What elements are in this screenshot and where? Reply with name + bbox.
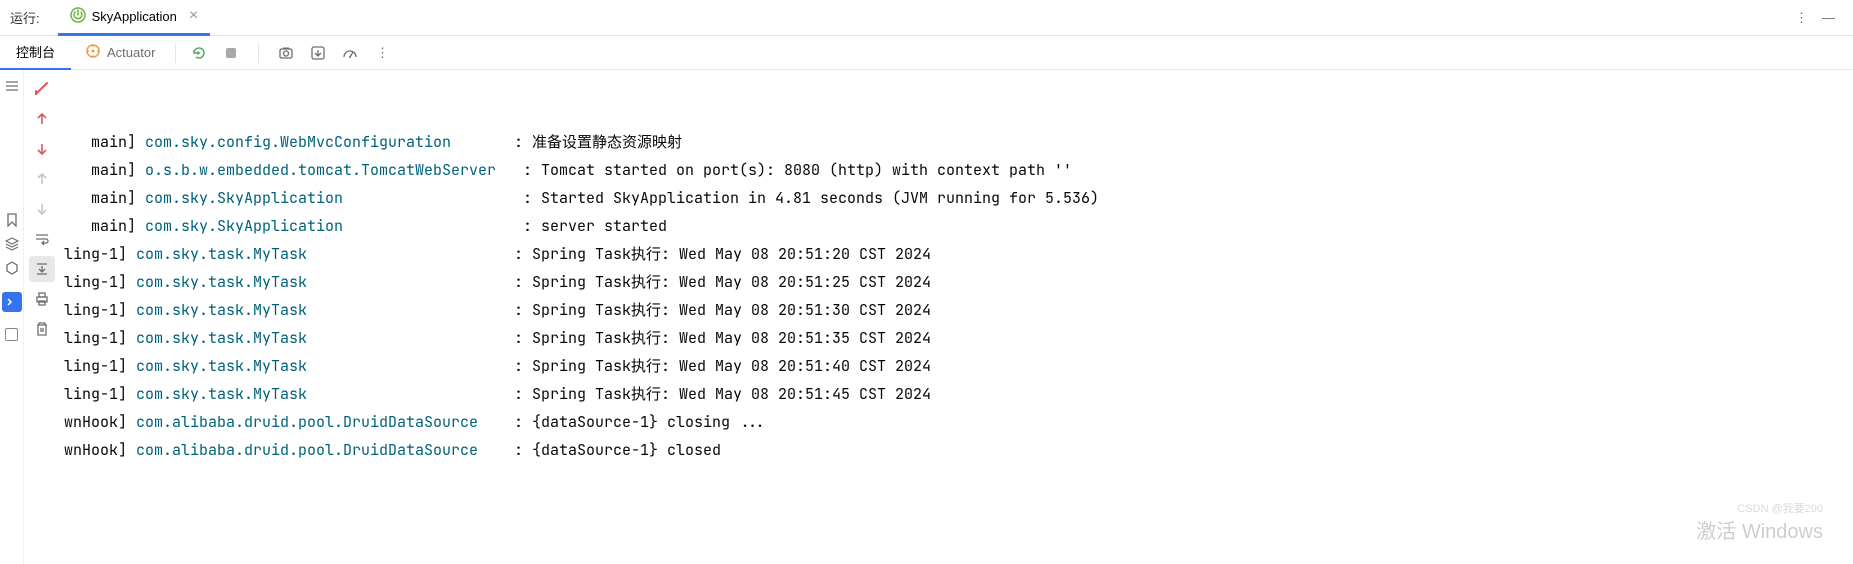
rect-icon[interactable]: [2, 324, 22, 344]
log-line: main] com.sky.SkyApplication : Started S…: [64, 184, 1849, 212]
log-class: com.sky.task.MyTask: [136, 324, 505, 352]
log-line: wnHook] com.alibaba.druid.pool.DruidData…: [64, 408, 1849, 436]
log-line: ling-1] com.sky.task.MyTask : Spring Tas…: [64, 324, 1849, 352]
log-thread: ling-1]: [64, 352, 136, 380]
close-icon[interactable]: ×: [189, 8, 198, 24]
log-class: com.sky.config.WebMvcConfiguration: [145, 128, 505, 156]
log-class: com.sky.task.MyTask: [136, 240, 505, 268]
bookmark-icon[interactable]: [2, 210, 22, 230]
log-thread: ling-1]: [64, 240, 136, 268]
log-class: com.sky.task.MyTask: [136, 352, 505, 380]
gauge-icon[interactable]: [339, 42, 361, 64]
log-message: : Spring Task执行: Wed May 08 20:51:25 CST…: [505, 268, 931, 296]
log-class: com.sky.SkyApplication: [145, 184, 514, 212]
down-arrow-icon[interactable]: [29, 136, 55, 162]
top-bar: 运行: SkyApplication × ⋮ —: [0, 0, 1853, 36]
log-message: : Spring Task执行: Wed May 08 20:51:35 CST…: [505, 324, 931, 352]
log-message: : 准备设置静态资源映射: [505, 128, 682, 156]
log-message: : {dataSource-1} closing ...: [505, 408, 766, 436]
log-line: ling-1] com.sky.task.MyTask : Spring Tas…: [64, 380, 1849, 408]
toolbar-more-icon[interactable]: ⋮: [371, 42, 393, 64]
soft-wrap-icon[interactable]: [29, 226, 55, 252]
more-options-icon[interactable]: ⋮: [1795, 10, 1808, 26]
left-sidebar: [0, 70, 24, 564]
menu-icon[interactable]: [2, 76, 22, 96]
scroll-end-icon[interactable]: [29, 256, 55, 282]
down-arrow-gray-icon[interactable]: [29, 196, 55, 222]
console-toolbar: 控制台 Actuator ⋮: [0, 36, 1853, 70]
stop-icon[interactable]: [220, 42, 242, 64]
run-tab[interactable]: SkyApplication ×: [58, 0, 211, 36]
log-class: com.sky.task.MyTask: [136, 268, 505, 296]
log-class: o.s.b.w.embedded.tomcat.TomcatWebServer: [145, 156, 514, 184]
log-message: : Spring Task执行: Wed May 08 20:51:45 CST…: [505, 380, 931, 408]
log-line: ling-1] com.sky.task.MyTask : Spring Tas…: [64, 240, 1849, 268]
spring-boot-icon: [70, 7, 86, 26]
minimize-icon[interactable]: —: [1822, 10, 1835, 25]
console-actions-toolbar: [24, 70, 60, 564]
tab-console[interactable]: 控制台: [0, 36, 71, 70]
log-line: ling-1] com.sky.task.MyTask : Spring Tas…: [64, 352, 1849, 380]
log-class: com.sky.task.MyTask: [136, 296, 505, 324]
log-class: com.alibaba.druid.pool.DruidDataSource: [136, 408, 505, 436]
log-thread: main]: [64, 212, 145, 240]
log-line: main] o.s.b.w.embedded.tomcat.TomcatWebS…: [64, 156, 1849, 184]
log-message: : server started: [514, 212, 667, 240]
divider: [175, 43, 176, 63]
log-class: com.sky.SkyApplication: [145, 212, 514, 240]
log-message: : Spring Task执行: Wed May 08 20:51:40 CST…: [505, 352, 931, 380]
log-line: ling-1] com.sky.task.MyTask : Spring Tas…: [64, 268, 1849, 296]
divider: [258, 43, 259, 63]
up-arrow-gray-icon[interactable]: [29, 166, 55, 192]
log-message: : Started SkyApplication in 4.81 seconds…: [514, 184, 1099, 212]
log-thread: main]: [64, 128, 145, 156]
log-message: : Tomcat started on port(s): 8080 (http)…: [514, 156, 1072, 184]
log-thread: ling-1]: [64, 324, 136, 352]
edit-icon[interactable]: [29, 76, 55, 102]
trash-icon[interactable]: [29, 316, 55, 342]
print-icon[interactable]: [29, 286, 55, 312]
console-output[interactable]: main] com.sky.config.WebMvcConfiguration…: [60, 70, 1853, 564]
log-thread: wnHook]: [64, 436, 136, 464]
actuator-icon: [85, 43, 101, 62]
terminal-icon[interactable]: [2, 292, 22, 312]
run-label: 运行:: [10, 8, 40, 27]
log-message: : {dataSource-1} closed: [505, 436, 721, 464]
hexagon-icon[interactable]: [2, 258, 22, 278]
log-line: main] com.sky.config.WebMvcConfiguration…: [64, 128, 1849, 156]
console-tab-label: 控制台: [16, 42, 55, 61]
log-class: com.sky.task.MyTask: [136, 380, 505, 408]
up-arrow-icon[interactable]: [29, 106, 55, 132]
log-line: main] com.sky.SkyApplication : server st…: [64, 212, 1849, 240]
tab-label: SkyApplication: [92, 9, 177, 24]
log-message: : Spring Task执行: Wed May 08 20:51:20 CST…: [505, 240, 931, 268]
actuator-tab-label: Actuator: [107, 45, 155, 60]
log-thread: ling-1]: [64, 380, 136, 408]
log-class: com.alibaba.druid.pool.DruidDataSource: [136, 436, 505, 464]
log-line: wnHook] com.alibaba.druid.pool.DruidData…: [64, 436, 1849, 464]
log-thread: wnHook]: [64, 408, 136, 436]
rerun-icon[interactable]: [188, 42, 210, 64]
log-message: : Spring Task执行: Wed May 08 20:51:30 CST…: [505, 296, 931, 324]
layers-icon[interactable]: [2, 234, 22, 254]
tab-actuator[interactable]: Actuator: [71, 36, 169, 70]
log-line: ling-1] com.sky.task.MyTask : Spring Tas…: [64, 296, 1849, 324]
log-thread: main]: [64, 184, 145, 212]
export-icon[interactable]: [307, 42, 329, 64]
camera-icon[interactable]: [275, 42, 297, 64]
log-thread: ling-1]: [64, 268, 136, 296]
log-thread: main]: [64, 156, 145, 184]
log-thread: ling-1]: [64, 296, 136, 324]
